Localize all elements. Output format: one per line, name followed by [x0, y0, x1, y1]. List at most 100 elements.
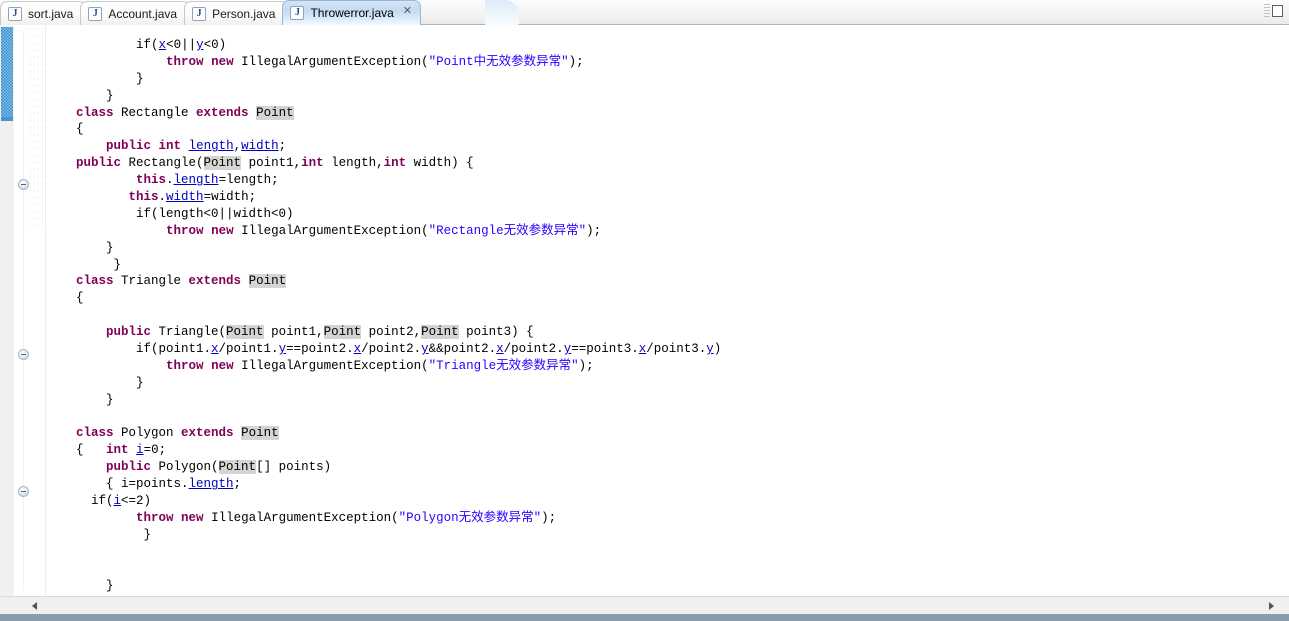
code-line[interactable]: }: [46, 578, 1289, 595]
code-token-plain: Polygon: [113, 426, 182, 441]
code-line[interactable]: this.width=width;: [46, 189, 1289, 206]
code-line[interactable]: { i=points.length;: [46, 476, 1289, 493]
java-file-icon: [192, 6, 207, 21]
code-token-plain: IllegalArgumentException(: [233, 358, 429, 373]
code-token-plain: <=2): [121, 494, 152, 509]
code-line[interactable]: }: [46, 527, 1289, 544]
editor-tab-sort-java[interactable]: sort.java: [0, 1, 87, 25]
code-token-kw: throw: [136, 510, 174, 525]
code-token-kw: public: [106, 139, 152, 154]
code-line[interactable]: throw new IllegalArgumentException("Tria…: [46, 358, 1289, 375]
code-token-plain: if(point1.: [46, 342, 212, 357]
code-line[interactable]: throw new IllegalArgumentException("Rect…: [46, 223, 1289, 240]
code-line[interactable]: class Rectangle extends Point: [46, 105, 1289, 122]
folding-gutter[interactable]: [14, 26, 52, 596]
code-token-plain: IllegalArgumentException(: [233, 223, 429, 238]
code-token-plain: point2,: [361, 325, 422, 340]
scroll-right-arrow-icon[interactable]: [1265, 598, 1281, 614]
tab-tail-decoration: [485, 0, 519, 25]
code-line[interactable]: class Triangle extends Point: [46, 273, 1289, 290]
code-token-kw: this: [128, 190, 159, 205]
code-token-plain: ,: [233, 139, 242, 154]
code-line[interactable]: [46, 544, 1289, 561]
code-line[interactable]: if(length<0||width<0): [46, 206, 1289, 223]
code-token-fld: i: [113, 494, 122, 509]
code-token-kw: throw: [166, 223, 204, 238]
code-token-kw: new: [211, 223, 234, 238]
tab-list-icon[interactable]: [1264, 3, 1283, 21]
close-tab-icon[interactable]: ✕: [402, 6, 413, 17]
code-content[interactable]: if(x<0||y<0) throw new IllegalArgumentEx…: [46, 26, 1289, 596]
code-token-str: "Rectangle无效参数异常": [428, 223, 587, 238]
code-token-fld: x: [158, 38, 167, 52]
code-line[interactable]: throw new IllegalArgumentException("Poin…: [46, 54, 1289, 71]
code-token-kw: extends: [196, 105, 249, 120]
code-token-str: "Polygon无效参数异常": [398, 510, 542, 525]
code-line[interactable]: throw new IllegalArgumentException("Poly…: [46, 510, 1289, 527]
code-token-fld: i: [136, 443, 144, 458]
editor-tab-label: Account.java: [108, 6, 178, 21]
code-line[interactable]: [46, 307, 1289, 324]
collapse-fold-marker[interactable]: [18, 349, 29, 360]
code-token-plain: );: [578, 358, 594, 373]
code-token-occ: Point: [256, 105, 294, 120]
code-token-kw: class: [76, 426, 114, 441]
code-line[interactable]: }: [46, 240, 1289, 257]
code-line[interactable]: if(x<0||y<0): [46, 37, 1289, 54]
code-token-occ: Point: [203, 156, 242, 171]
code-line[interactable]: }: [46, 375, 1289, 392]
scroll-left-arrow-icon[interactable]: [28, 598, 44, 614]
code-token-plain: /point3.: [646, 342, 707, 357]
code-line[interactable]: public Polygon(Point[] points): [46, 459, 1289, 476]
java-file-icon: [290, 6, 305, 20]
code-token-kw: public: [106, 325, 152, 340]
code-line[interactable]: if(i<=2): [46, 493, 1289, 510]
code-line[interactable]: { int i=0;: [46, 442, 1289, 459]
code-line[interactable]: }: [46, 71, 1289, 88]
editor-tab-account-java[interactable]: Account.java: [80, 1, 191, 25]
code-line[interactable]: }: [46, 392, 1289, 409]
horizontal-scrollbar[interactable]: [0, 596, 1289, 614]
code-line[interactable]: public int length,width;: [46, 138, 1289, 155]
editor-tab-person-java[interactable]: Person.java: [184, 1, 289, 25]
annotation-overview-ruler[interactable]: [0, 26, 14, 596]
source-editor[interactable]: if(x<0||y<0) throw new IllegalArgumentEx…: [0, 26, 1289, 596]
code-line[interactable]: [46, 561, 1289, 578]
code-token-str: "Triangle无效参数异常": [428, 358, 579, 373]
collapse-fold-marker[interactable]: [18, 179, 29, 190]
code-token-fld: y: [421, 342, 429, 357]
code-line[interactable]: this.length=length;: [46, 172, 1289, 189]
code-token-plain: =0;: [143, 443, 167, 458]
tab-list-box: [1272, 5, 1283, 17]
code-token-plain: IllegalArgumentException(: [233, 54, 429, 69]
window-status-strip: [0, 614, 1289, 621]
code-line[interactable]: }: [46, 88, 1289, 105]
editor-tab-throwerror-java[interactable]: Throwerror.java ✕: [282, 0, 421, 25]
code-line[interactable]: [46, 409, 1289, 426]
code-line[interactable]: public Rectangle(Point point1,int length…: [46, 155, 1289, 172]
code-token-kw: throw: [166, 54, 204, 69]
annotation-selection-marker[interactable]: [1, 27, 13, 117]
code-line[interactable]: public Triangle(Point point1,Point point…: [46, 324, 1289, 341]
code-line[interactable]: class Polygon extends Point: [46, 425, 1289, 442]
annotation-current-marker[interactable]: [1, 117, 13, 121]
code-token-kw: int: [106, 443, 129, 458]
code-line[interactable]: if(point1.x/point1.y==point2.x/point2.y&…: [46, 341, 1289, 358]
code-line[interactable]: {: [46, 290, 1289, 307]
code-line[interactable]: {: [46, 121, 1289, 138]
collapse-fold-marker[interactable]: [18, 486, 29, 497]
code-token-plain: }: [46, 375, 144, 390]
code-token-plain: =length;: [218, 173, 279, 188]
code-token-fld: x: [496, 342, 504, 357]
code-line[interactable]: }: [46, 257, 1289, 274]
code-token-fld: length: [188, 139, 234, 154]
code-token-kw: extends: [188, 274, 242, 289]
